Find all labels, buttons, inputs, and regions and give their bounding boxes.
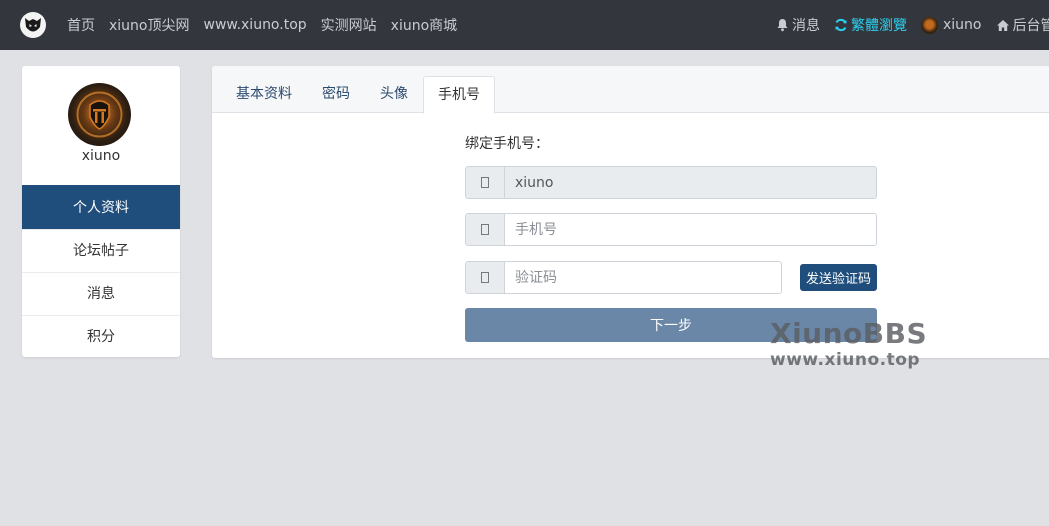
sidebar-item-profile[interactable]: 个人资料 xyxy=(22,185,180,229)
sidebar-item-credits[interactable]: 积分 xyxy=(22,315,180,357)
settings-panel: 基本资料 密码 头像 手机号 绑定手机号： 发送验证码 下一步 xyxy=(212,66,1049,358)
sidebar-item-posts[interactable]: 论坛帖子 xyxy=(22,229,180,272)
top-navbar: 首页 xiuno顶尖网 www.xiuno.top 实测网站 xiuno商城 消… xyxy=(0,0,1049,50)
user-avatar-small xyxy=(921,16,938,34)
phone-input-group xyxy=(465,213,877,246)
admin-link[interactable]: 后台管 xyxy=(996,15,1049,35)
messages-label: 消息 xyxy=(792,18,820,34)
sidebar-item-messages[interactable]: 消息 xyxy=(22,272,180,315)
phone-icon xyxy=(465,213,505,246)
nav-link-test-site[interactable]: 实测网站 xyxy=(321,15,377,35)
user-menu-link[interactable]: xiuno xyxy=(921,16,982,34)
user-avatar xyxy=(68,83,131,146)
nav-link-xiuno-url[interactable]: www.xiuno.top xyxy=(204,17,307,33)
sidebar-menu: 个人资料 论坛帖子 消息 积分 xyxy=(22,185,180,357)
site-logo-icon[interactable] xyxy=(20,12,46,38)
bell-icon xyxy=(776,18,789,32)
code-input-group xyxy=(465,261,782,294)
profile-username: xiuno xyxy=(81,148,121,164)
verification-code-input[interactable] xyxy=(505,261,782,294)
user-nav: 消息 繁體瀏覽 xiuno 后台管 xyxy=(776,0,1049,50)
refresh-icon xyxy=(834,18,848,32)
nav-link-xiuno-top-site[interactable]: xiuno顶尖网 xyxy=(109,15,190,35)
bind-phone-heading: 绑定手机号： xyxy=(465,136,549,152)
shield-icon xyxy=(465,261,505,294)
tab-basic-info[interactable]: 基本资料 xyxy=(222,76,306,113)
settings-tabs: 基本资料 密码 头像 手机号 xyxy=(212,66,1049,114)
tab-avatar[interactable]: 头像 xyxy=(366,76,422,113)
nav-link-home[interactable]: 首页 xyxy=(67,15,95,35)
nav-link-shop[interactable]: xiuno商城 xyxy=(391,15,458,35)
send-code-button[interactable]: 发送验证码 xyxy=(800,264,877,291)
watermark: XiunoBBS www.xiuno.top xyxy=(770,317,928,371)
admin-label: 后台管 xyxy=(1012,18,1049,34)
phone-input[interactable] xyxy=(505,213,877,246)
home-icon xyxy=(996,19,1010,32)
user-icon xyxy=(465,166,505,199)
tab-phone[interactable]: 手机号 xyxy=(423,76,495,114)
traditional-chinese-link[interactable]: 繁體瀏覽 xyxy=(834,15,907,35)
main-nav: 首页 xiuno顶尖网 www.xiuno.top 实测网站 xiuno商城 xyxy=(67,0,471,50)
watermark-url: www.xiuno.top xyxy=(770,350,921,370)
nav-username: xiuno xyxy=(943,17,982,33)
username-input-group xyxy=(465,166,877,199)
messages-link[interactable]: 消息 xyxy=(776,15,820,35)
username-field[interactable] xyxy=(505,166,877,199)
profile-sidebar: xiuno 个人资料 论坛帖子 消息 积分 xyxy=(22,66,180,357)
watermark-title: XiunoBBS xyxy=(770,317,928,350)
traditional-chinese-label: 繁體瀏覽 xyxy=(851,18,907,34)
tab-password[interactable]: 密码 xyxy=(308,76,364,113)
